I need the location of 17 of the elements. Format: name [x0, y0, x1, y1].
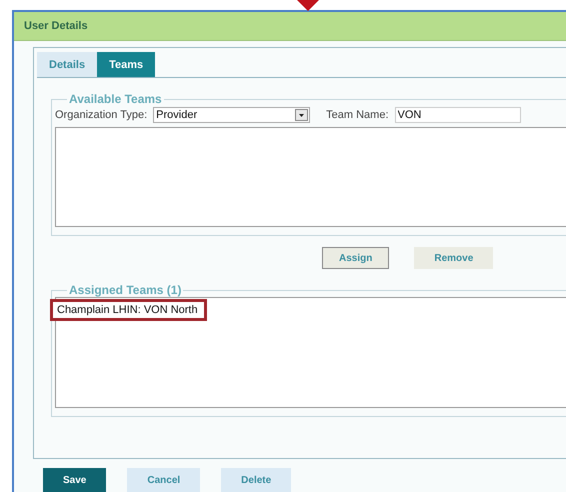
field-label: Organization Type:	[55, 109, 148, 121]
list-action-button[interactable]: Remove	[414, 247, 494, 269]
list-action-button[interactable]: Assign	[322, 247, 390, 269]
field-label: Team Name:	[326, 109, 388, 121]
footer-button[interactable]: Cancel	[127, 468, 200, 492]
window-title: User Details	[24, 20, 88, 32]
footer-button[interactable]: Save	[43, 468, 106, 492]
tab[interactable]: Details	[37, 52, 98, 77]
arrow-marker-icon	[297, 0, 319, 11]
organization-type-dropdown[interactable]: Provider	[153, 107, 310, 123]
team-name-field[interactable]: VON	[394, 107, 520, 123]
footer-button[interactable]: Delete	[221, 468, 292, 492]
available-teams-list[interactable]	[55, 127, 566, 227]
group-legend: Assigned Teams (1)	[67, 283, 184, 297]
team-list-item[interactable]: Champlain LHIN: VON North	[50, 299, 207, 321]
group-legend: Available Teams	[67, 92, 164, 106]
tab[interactable]: Teams	[97, 52, 156, 77]
